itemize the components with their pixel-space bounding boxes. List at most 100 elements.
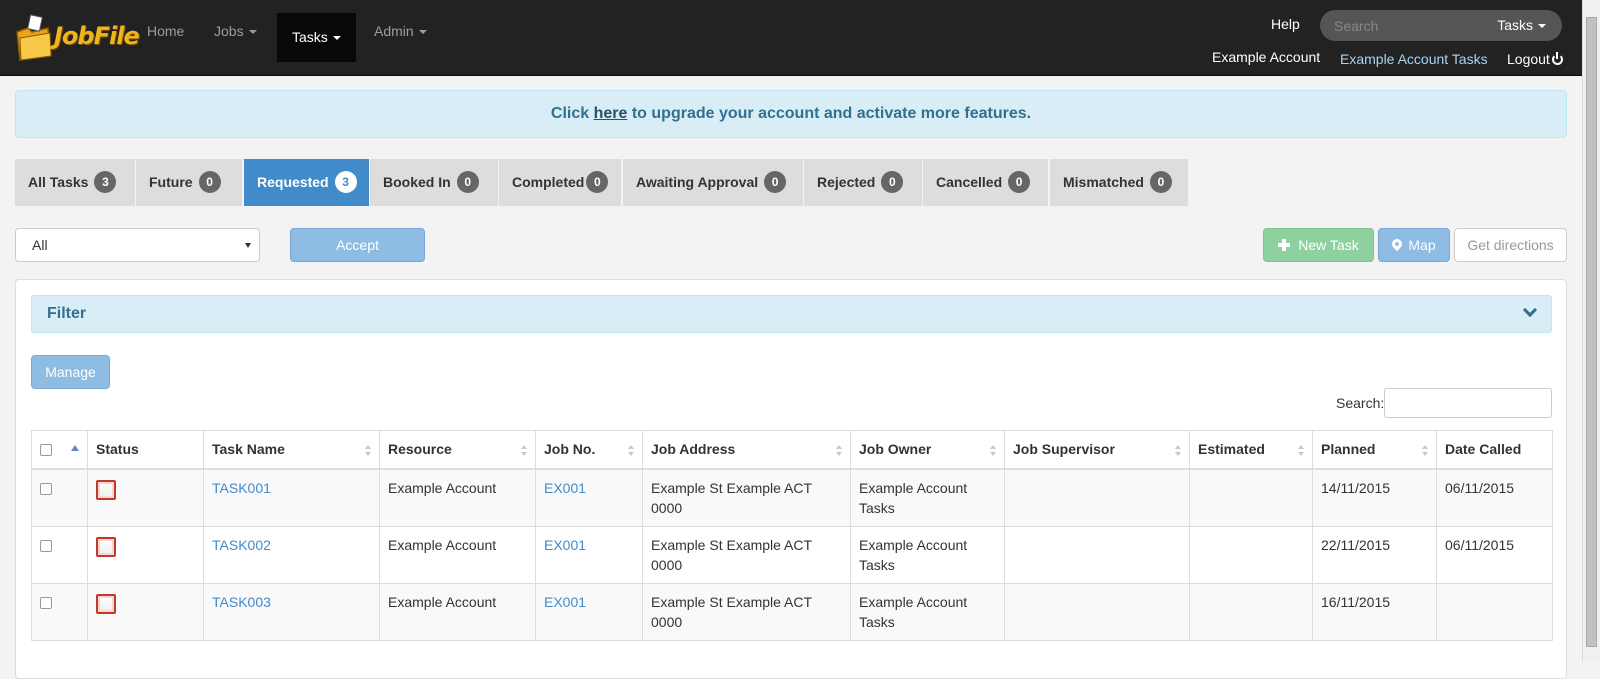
caret-down-icon <box>332 36 341 41</box>
nav-admin-label: Admin <box>374 23 414 39</box>
tab-cancelled[interactable]: Cancelled 0 <box>923 159 1048 206</box>
job-link[interactable]: EX001 <box>544 537 586 553</box>
nav-home[interactable]: Home <box>132 0 199 63</box>
nav-jobs-label: Jobs <box>214 23 244 39</box>
table-row[interactable]: TASK001 Example Account EX001 Example St… <box>31 468 1553 527</box>
sort-icon <box>1175 445 1181 457</box>
column-header-job-supervisor[interactable]: Job Supervisor <box>1004 430 1190 470</box>
brand-name: JobFile <box>54 22 140 50</box>
top-navbar: JobFile Home Jobs Tasks Admin Help Tasks… <box>0 0 1582 76</box>
job-supervisor-cell <box>1004 525 1190 584</box>
select-all-checkbox[interactable] <box>40 444 52 457</box>
row-checkbox[interactable] <box>40 539 52 552</box>
row-select-cell <box>31 582 88 641</box>
job-supervisor-cell <box>1004 582 1190 641</box>
logout-label: Logout <box>1507 51 1550 67</box>
nav-tasks-dropdown[interactable]: Tasks <box>277 13 356 62</box>
account-tasks-link[interactable]: Example Account Tasks <box>1340 51 1488 67</box>
column-header-date-called[interactable]: Date Called <box>1436 430 1553 470</box>
global-search: Tasks <box>1320 10 1562 41</box>
status-requested-icon[interactable] <box>96 479 116 500</box>
task-link[interactable]: TASK002 <box>212 537 271 553</box>
estimated-cell <box>1189 468 1313 527</box>
column-header-job-address[interactable]: Job Address <box>642 430 851 470</box>
tab-label: Mismatched <box>1063 174 1144 190</box>
sort-icon <box>628 445 634 457</box>
job-supervisor-cell <box>1004 468 1190 527</box>
task-link[interactable]: TASK003 <box>212 594 271 610</box>
caret-down-icon <box>418 30 427 35</box>
column-header-planned[interactable]: Planned <box>1312 430 1437 470</box>
tab-future[interactable]: Future 0 <box>136 159 242 206</box>
sort-icon <box>1422 445 1428 457</box>
map-button[interactable]: Map <box>1378 228 1450 262</box>
new-task-label: New Task <box>1298 237 1359 253</box>
planned-cell: 22/11/2015 <box>1312 525 1437 584</box>
help-link[interactable]: Help <box>1271 16 1300 32</box>
new-task-button[interactable]: New Task <box>1263 228 1374 262</box>
column-header-label: Planned <box>1321 441 1376 458</box>
status-requested-icon[interactable] <box>96 536 116 557</box>
column-header-label: Estimated <box>1198 441 1265 458</box>
tab-label: Requested <box>257 174 329 190</box>
column-header-job-owner[interactable]: Job Owner <box>850 430 1005 470</box>
global-search-input[interactable] <box>1332 15 1482 36</box>
task-link[interactable]: TASK001 <box>212 480 271 496</box>
job-address-cell: Example St Example ACT 0000 <box>642 468 851 527</box>
count-badge: 3 <box>94 171 117 193</box>
tab-all-tasks[interactable]: All Tasks 3 <box>15 159 135 206</box>
column-header-resource[interactable]: Resource <box>379 430 536 470</box>
upgrade-link[interactable]: here <box>594 105 628 122</box>
tab-label: All Tasks <box>28 174 89 190</box>
resource-cell: Example Account <box>379 582 536 641</box>
select-all-header <box>31 430 88 470</box>
tab-label: Future <box>149 174 193 190</box>
nav-jobs-dropdown[interactable]: Jobs <box>199 0 272 63</box>
row-select-cell <box>31 468 88 527</box>
row-checkbox[interactable] <box>40 482 52 495</box>
job-link[interactable]: EX001 <box>544 480 586 496</box>
folder-logo-icon <box>16 14 52 61</box>
tab-awaiting-approval[interactable]: Awaiting Approval 0 <box>623 159 803 206</box>
tab-mismatched[interactable]: Mismatched 0 <box>1050 159 1188 206</box>
tab-rejected[interactable]: Rejected 0 <box>804 159 922 206</box>
resource-cell: Example Account <box>379 525 536 584</box>
job-no-cell: EX001 <box>535 468 643 527</box>
resource-cell: Example Account <box>379 468 536 527</box>
search-scope-dropdown[interactable]: Tasks <box>1497 17 1546 33</box>
upgrade-alert: Click here to upgrade your account and a… <box>15 90 1567 138</box>
sort-ascending-icon[interactable] <box>71 445 79 451</box>
row-checkbox[interactable] <box>40 596 52 609</box>
scrollbar-thumb[interactable] <box>1586 17 1597 647</box>
job-owner-cell: Example Account Tasks <box>850 582 1005 641</box>
table-search-input[interactable] <box>1384 388 1552 418</box>
column-header-estimated[interactable]: Estimated <box>1189 430 1313 470</box>
count-badge: 3 <box>334 171 357 193</box>
manage-button[interactable]: Manage <box>31 355 110 389</box>
logout-link[interactable]: Logout <box>1507 51 1563 67</box>
accept-button[interactable]: Accept <box>290 228 425 262</box>
filter-toggle[interactable]: Filter <box>31 295 1552 333</box>
caret-down-icon <box>248 30 257 35</box>
table-row[interactable]: TASK003 Example Account EX001 Example St… <box>31 582 1553 641</box>
select-value: All <box>32 237 48 253</box>
bulk-action-select[interactable]: All <box>15 228 260 262</box>
column-header-status[interactable]: Status <box>87 430 204 470</box>
column-header-label: Job Supervisor <box>1013 441 1115 458</box>
tab-label: Completed <box>512 174 585 190</box>
column-header-task-name[interactable]: Task Name <box>203 430 380 470</box>
page-scrollbar[interactable] <box>1582 0 1600 662</box>
account-link[interactable]: Example Account <box>1212 49 1320 65</box>
map-label: Map <box>1408 237 1436 253</box>
column-header-job-no[interactable]: Job No. <box>535 430 643 470</box>
jobfile-logo[interactable]: JobFile <box>14 8 140 64</box>
status-requested-icon[interactable] <box>96 593 116 614</box>
table-row[interactable]: TASK002 Example Account EX001 Example St… <box>31 525 1553 584</box>
nav-admin-dropdown[interactable]: Admin <box>359 0 442 63</box>
sort-icon <box>836 445 842 457</box>
tab-completed[interactable]: Completed 0 <box>499 159 621 206</box>
tab-requested[interactable]: Requested 3 <box>244 159 369 206</box>
tab-booked-in[interactable]: Booked In 0 <box>370 159 498 206</box>
job-link[interactable]: EX001 <box>544 594 586 610</box>
get-directions-button[interactable]: Get directions <box>1454 228 1567 262</box>
